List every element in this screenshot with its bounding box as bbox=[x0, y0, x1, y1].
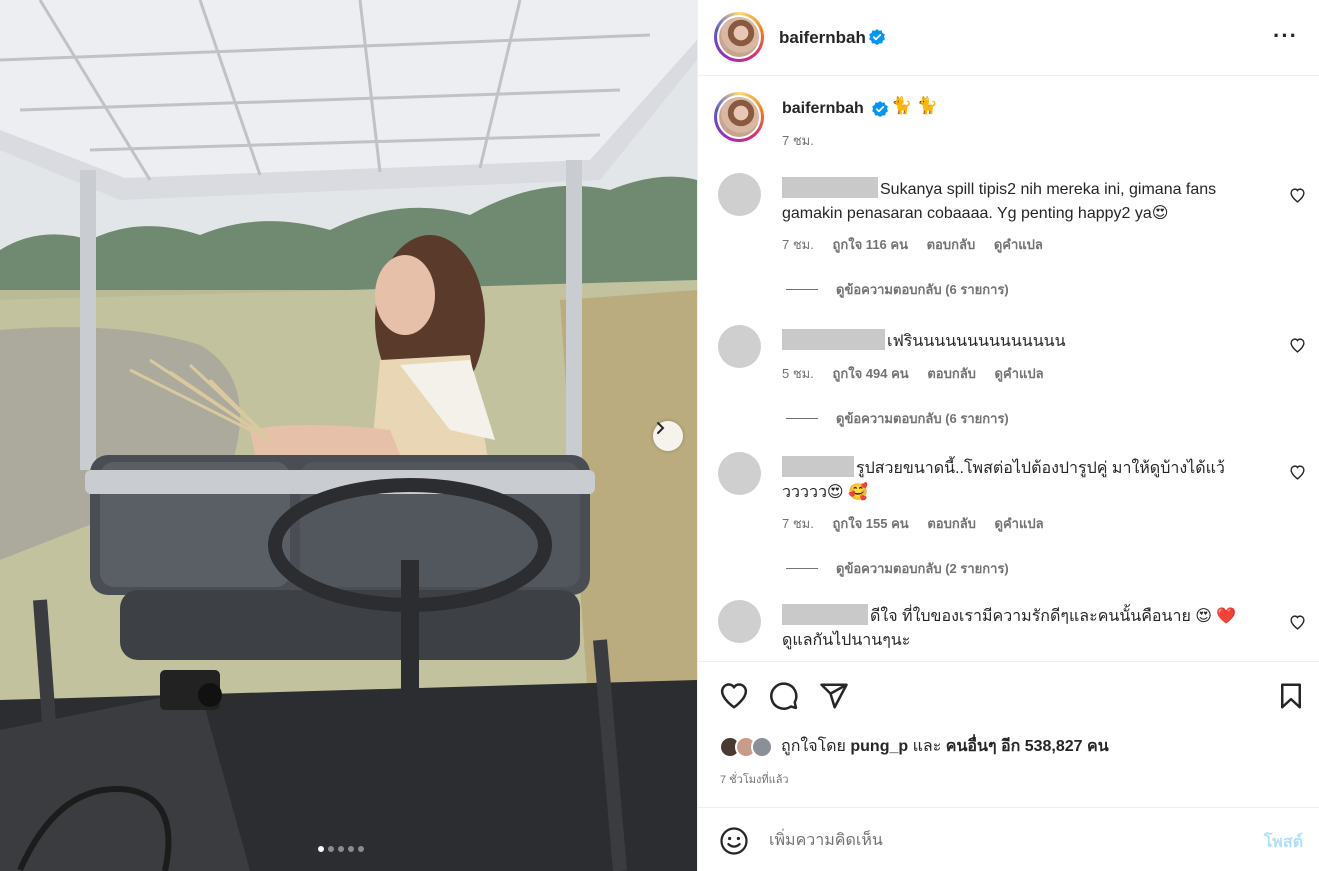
likes-others-count[interactable]: คนอื่นๆ อีก 538,827 คน bbox=[946, 738, 1109, 755]
view-replies-label: ดูข้อความตอบกลับ (6 รายการ) bbox=[836, 411, 1009, 426]
comment-time: 5 ชม. bbox=[782, 366, 814, 381]
comment-time: 7 ชม. bbox=[782, 237, 814, 252]
share-send-icon[interactable] bbox=[819, 681, 849, 711]
comment-like-count[interactable]: ถูกใจ 494 คน bbox=[832, 366, 908, 381]
comment-reply-button[interactable]: ตอบกลับ bbox=[927, 516, 976, 531]
post-timestamp[interactable]: 7 ชั่วโมงที่แล้ว bbox=[720, 770, 789, 788]
comment-like-heart-icon[interactable] bbox=[1289, 464, 1306, 481]
comment-translate-button[interactable]: ดูคำแปล bbox=[995, 366, 1044, 381]
post-photo[interactable] bbox=[0, 0, 697, 871]
view-replies-button[interactable]: ดูข้อความตอบกลับ (6 รายการ) bbox=[786, 279, 1009, 300]
comment-like-count[interactable]: ถูกใจ 155 คน bbox=[832, 516, 908, 531]
author-avatar[interactable] bbox=[714, 12, 764, 62]
like-heart-icon[interactable] bbox=[719, 681, 749, 711]
comment-like-heart-icon[interactable] bbox=[1289, 187, 1306, 204]
photo-illustration bbox=[0, 0, 697, 871]
comment-meta: 7 ชม. ถูกใจ 155 คน ตอบกลับ ดูคำแปล bbox=[782, 513, 1059, 534]
replies-divider bbox=[786, 568, 818, 569]
view-replies-label: ดูข้อความตอบกลับ (2 รายการ) bbox=[836, 561, 1009, 576]
comment-text: เฟรินนนนนนนนนนนนนน bbox=[887, 333, 1066, 350]
carousel-next-button[interactable] bbox=[653, 421, 683, 451]
chevron-right-icon bbox=[657, 422, 665, 434]
caption-author-avatar[interactable] bbox=[714, 92, 764, 142]
view-replies-button[interactable]: ดูข้อความตอบกลับ (2 รายการ) bbox=[786, 558, 1009, 579]
comments-list[interactable]: baifernbah 🐈 🐈 7 ชม. Sukanya spill tipis… bbox=[698, 77, 1319, 661]
carousel-indicator bbox=[318, 846, 364, 852]
carousel-dot bbox=[358, 846, 364, 852]
comment-meta: 7 ชม. ถูกใจ 116 คน ตอบกลับ ดูคำแปล bbox=[782, 234, 1058, 255]
caption-time: 7 ชม. bbox=[782, 133, 814, 148]
redacted-username[interactable] bbox=[782, 604, 868, 625]
liker-avatar[interactable] bbox=[751, 735, 773, 758]
post-detail-panel: baifernbah ··· baifernbah 🐈 🐈 7 ชม. Suka… bbox=[697, 0, 1319, 871]
verified-badge-icon bbox=[869, 29, 885, 45]
redacted-username[interactable] bbox=[782, 456, 854, 477]
likes-prefix: ถูกใจโดย bbox=[781, 738, 846, 755]
comment-translate-button[interactable]: ดูคำแปล bbox=[995, 516, 1044, 531]
view-replies-button[interactable]: ดูข้อความตอบกลับ (6 รายการ) bbox=[786, 408, 1009, 429]
comment-translate-button[interactable]: ดูคำแปล bbox=[994, 237, 1043, 252]
comment-time: 7 ชม. bbox=[782, 516, 814, 531]
carousel-dot bbox=[318, 846, 324, 852]
view-replies-label: ดูข้อความตอบกลับ (6 รายการ) bbox=[836, 282, 1009, 297]
redacted-username[interactable] bbox=[782, 177, 878, 198]
carousel-dot bbox=[338, 846, 344, 852]
likes-text: ถูกใจโดย pung_p และ คนอื่นๆ อีก 538,827 … bbox=[781, 734, 1109, 759]
replies-divider bbox=[786, 289, 818, 290]
save-bookmark-icon[interactable] bbox=[1276, 681, 1306, 711]
emoji-smiley-icon[interactable] bbox=[719, 826, 749, 856]
author-username[interactable]: baifernbah bbox=[779, 28, 866, 48]
comment-input[interactable] bbox=[769, 828, 1239, 854]
comment-like-count[interactable]: ถูกใจ 116 คน bbox=[832, 237, 908, 252]
comment-like-heart-icon[interactable] bbox=[1289, 614, 1306, 631]
comment-avatar[interactable] bbox=[718, 325, 761, 368]
comment-reply-button[interactable]: ตอบกลับ bbox=[927, 237, 976, 252]
caption-text: 🐈 🐈 bbox=[891, 96, 939, 115]
caption-username[interactable]: baifernbah bbox=[782, 100, 864, 118]
comment-meta: 5 ชม. ถูกใจ 494 คน ตอบกลับ ดูคำแปล bbox=[782, 363, 1059, 384]
comment-reply-button[interactable]: ตอบกลับ bbox=[927, 366, 976, 381]
likes-middle: และ bbox=[912, 738, 942, 755]
comment-avatar[interactable] bbox=[718, 173, 761, 216]
post-comment-button[interactable]: โพสต์ bbox=[1264, 830, 1303, 855]
likes-summary[interactable]: ถูกใจโดย pung_p และ คนอื่นๆ อีก 538,827 … bbox=[719, 734, 1109, 759]
carousel-dot bbox=[348, 846, 354, 852]
post-actions: ถูกใจโดย pung_p และ คนอื่นๆ อีก 538,827 … bbox=[698, 661, 1319, 807]
carousel-dot bbox=[328, 846, 334, 852]
replies-divider bbox=[786, 418, 818, 419]
add-comment-bar: โพสต์ bbox=[698, 807, 1319, 871]
comment-bubble-icon[interactable] bbox=[769, 681, 799, 711]
verified-badge-icon bbox=[872, 101, 888, 117]
post-header: baifernbah ··· bbox=[698, 0, 1319, 76]
redacted-username[interactable] bbox=[782, 329, 885, 350]
comment-avatar[interactable] bbox=[718, 600, 761, 643]
comment-like-heart-icon[interactable] bbox=[1289, 337, 1306, 354]
more-options-icon[interactable]: ··· bbox=[1273, 25, 1298, 47]
comment-avatar[interactable] bbox=[718, 452, 761, 495]
liker-username[interactable]: pung_p bbox=[850, 738, 908, 755]
